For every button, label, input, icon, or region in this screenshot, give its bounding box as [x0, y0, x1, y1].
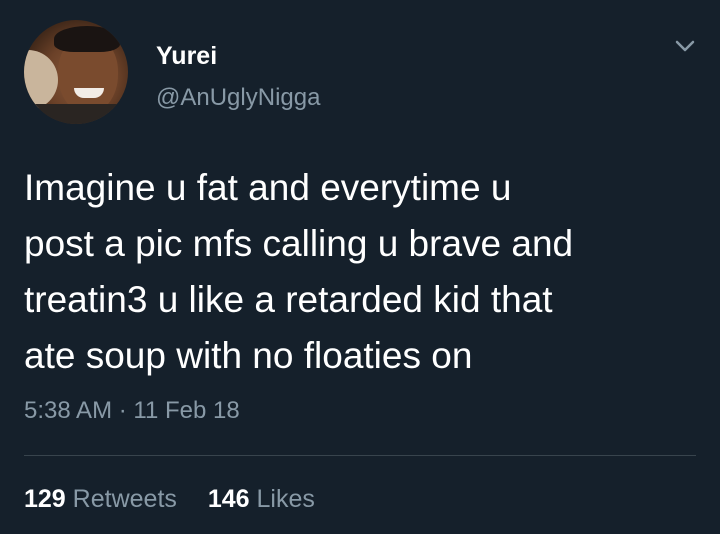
avatar-hair [54, 26, 120, 52]
retweets-label: Retweets [72, 485, 177, 513]
retweets-count: 129 [24, 485, 66, 513]
tweet-stats: 129 Retweets 146 Likes [24, 484, 339, 514]
avatar-shirt [24, 104, 128, 124]
likes-label: Likes [256, 485, 315, 513]
author-handle[interactable]: @AnUglyNigga [156, 84, 320, 112]
tweet-card: Yurei @AnUglyNigga Imagine u fat and eve… [0, 0, 720, 534]
retweets-stat[interactable]: 129 Retweets [24, 484, 177, 514]
avatar-background [24, 50, 58, 110]
tweet-text: Imagine u fat and everytime u post a pic… [24, 167, 574, 376]
likes-stat[interactable]: 146 Likes [208, 484, 315, 514]
likes-count: 146 [207, 485, 250, 513]
author-name[interactable]: Yurei [156, 42, 217, 70]
chevron-down-icon[interactable] [674, 38, 696, 54]
avatar[interactable] [24, 20, 128, 124]
divider [24, 455, 696, 456]
tweet-timestamp[interactable]: 5:38 AM · 11 Feb 18 [24, 396, 240, 426]
